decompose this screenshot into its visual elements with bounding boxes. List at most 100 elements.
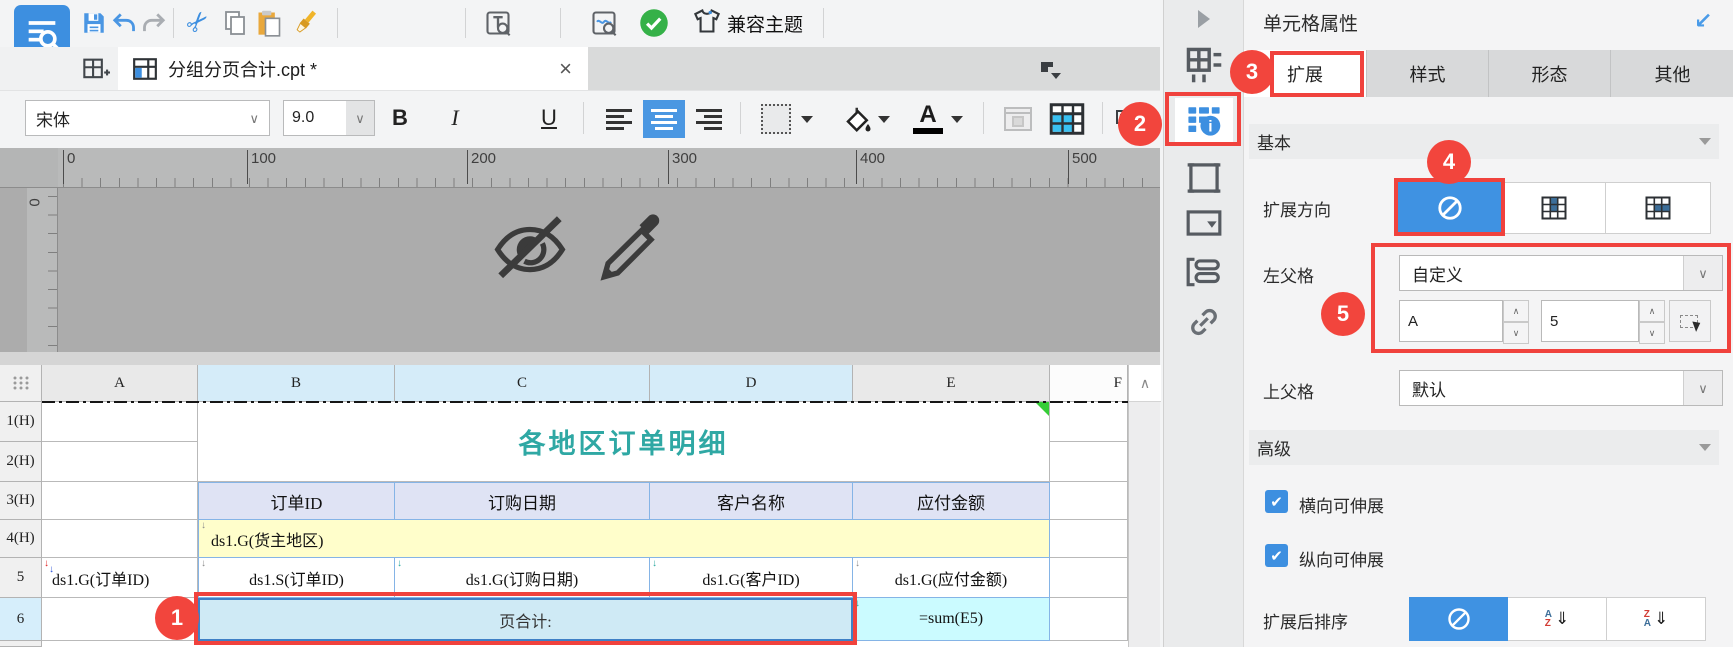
up-parent-select[interactable]: 默认 ∨ [1399,370,1723,406]
cell-F5[interactable] [1050,558,1128,598]
sort-descending-button[interactable]: ZA ⇓ [1607,597,1706,641]
sheet-scrollbar[interactable]: ∧ [1128,365,1161,647]
left-parent-col-field[interactable]: A [1399,300,1503,342]
new-template-tab-button[interactable] [78,54,114,84]
tab-form[interactable]: 形态 [1489,50,1611,97]
preview-search-button[interactable] [588,7,620,39]
row-header-1H[interactable]: 1(H) [0,402,42,442]
section-advanced[interactable]: 高级 [1249,430,1719,465]
save-button[interactable] [80,8,108,38]
row-header-5[interactable]: 5 [0,558,42,598]
pick-cell-button[interactable] [1669,300,1711,342]
row-header-3H[interactable]: 3(H) [0,482,42,520]
stepper-down-icon[interactable]: ∨ [1503,322,1529,344]
bold-button[interactable]: B [383,100,417,136]
validate-check-icon[interactable] [638,7,670,39]
cell-F3[interactable] [1050,482,1128,520]
cell-E3[interactable]: 应付金额 [853,482,1050,520]
cell-B3[interactable]: 订单ID [198,482,395,520]
cell-F1[interactable] [1050,402,1128,442]
stepper-down-icon[interactable]: ∨ [1639,322,1665,344]
border-button[interactable] [755,102,797,136]
cell-F6[interactable] [1050,598,1128,641]
hyperlink-tool-icon[interactable] [1186,304,1222,340]
sum-formula-cell[interactable]: ↓ =sum(E5) [853,598,1050,641]
font-size-select[interactable]: 9.0 ∨ [283,100,375,136]
col-header-A[interactable]: A [42,365,198,402]
undo-button[interactable] [110,8,138,38]
row-header-4H[interactable]: 4(H) [0,520,42,558]
group-cell-B4[interactable]: ↓ ds1.G(货主地区) [198,520,1050,558]
expand-horizontal-button[interactable] [1606,182,1711,234]
row-header-7-partial[interactable] [0,641,42,647]
page-total-cell-selected[interactable]: 页合计: [198,598,853,641]
align-right-button[interactable] [688,100,730,138]
paste-button[interactable] [253,7,285,39]
section-basic[interactable]: 基本 [1249,124,1719,159]
panel-collapse-icon[interactable]: ↙ [1694,8,1712,34]
collapse-panel-arrow-icon[interactable] [1197,10,1210,28]
cell-D3[interactable]: 客户名称 [650,482,853,520]
stepper-up-icon[interactable]: ∧ [1503,300,1529,322]
scroll-up-button[interactable]: ∧ [1129,365,1161,402]
cell-E5[interactable]: ↓ ds1.G(应付金额) [853,558,1050,598]
h-expandable-checkbox-checked[interactable]: ✔ [1265,490,1288,513]
redo-button[interactable] [140,8,168,38]
float-element-tool-icon[interactable] [1185,256,1223,288]
table-style-button[interactable] [1046,100,1088,138]
row-header-6[interactable]: 6 [0,598,42,641]
left-parent-row-stepper[interactable]: ∧ ∨ [1639,300,1665,344]
copy-button[interactable] [220,8,250,38]
cell-tool-icon[interactable] [1186,160,1222,196]
cell-F4[interactable] [1050,520,1128,558]
sort-none-button-selected[interactable] [1409,597,1508,641]
left-parent-col-stepper[interactable]: ∧ ∨ [1503,300,1529,344]
cell-C5[interactable]: ↓ ds1.G(订购日期) [395,558,650,598]
sort-ascending-button[interactable]: AZ ⇓ [1508,597,1607,641]
sheet-corner-cell[interactable] [0,365,42,402]
row-header-2H[interactable]: 2(H) [0,442,42,482]
col-header-F[interactable]: F [1050,365,1128,402]
fill-dropdown-arrow-icon[interactable] [878,116,890,123]
border-dropdown-arrow-icon[interactable] [801,116,813,123]
font-color-dropdown-arrow-icon[interactable] [951,116,963,123]
col-header-B[interactable]: B [198,365,395,402]
font-color-button[interactable]: A [908,98,948,138]
cell-A1[interactable] [42,402,198,442]
left-parent-row-field[interactable]: 5 [1541,300,1639,342]
cell-A2[interactable] [42,442,198,482]
tab-close-icon[interactable]: × [559,56,572,82]
cell-C3[interactable]: 订购日期 [395,482,650,520]
active-tab[interactable]: 分组分页合计.cpt * × [118,47,588,90]
v-expandable-checkbox-checked[interactable]: ✔ [1265,544,1288,567]
format-painter-button[interactable] [290,6,322,38]
cell-A4[interactable] [42,520,198,558]
col-header-D[interactable]: D [650,365,853,402]
cell-B5[interactable]: ↓ ds1.S(订单ID) [198,558,395,598]
compat-theme-button[interactable]: 兼容主题 [686,6,810,40]
fill-color-button[interactable] [840,100,876,138]
underline-button[interactable]: U [532,100,566,136]
cell-A5[interactable]: ↓ ↓ ds1.G(订单ID) [42,558,198,598]
text-search-button[interactable] [482,7,514,39]
cell-F2[interactable] [1050,442,1128,482]
tab-overflow-icon[interactable] [1035,58,1069,82]
tab-style[interactable]: 样式 [1367,50,1489,97]
left-parent-select[interactable]: 自定义 ∨ [1399,255,1723,291]
expand-none-button-selected[interactable] [1398,182,1502,234]
font-family-select[interactable]: 宋体 ∨ [25,100,270,136]
col-header-C[interactable]: C [395,365,650,402]
cell-attributes-tool-icon-active[interactable]: i [1174,98,1233,142]
align-left-button[interactable] [598,100,640,138]
align-center-button[interactable] [643,100,685,138]
stepper-up-icon[interactable]: ∧ [1639,300,1665,322]
cell-element-tool-icon[interactable] [1185,46,1223,84]
expand-vertical-button[interactable] [1502,182,1606,234]
col-header-E[interactable]: E [853,365,1050,402]
report-title-cell[interactable]: 各地区订单明细 [198,402,1050,482]
cell-D5[interactable]: ↓ ds1.G(客户ID) [650,558,853,598]
cell-A3[interactable] [42,482,198,520]
italic-button[interactable]: I [438,100,472,136]
widget-tool-icon[interactable] [1185,208,1223,238]
tab-other[interactable]: 其他 [1611,50,1733,97]
